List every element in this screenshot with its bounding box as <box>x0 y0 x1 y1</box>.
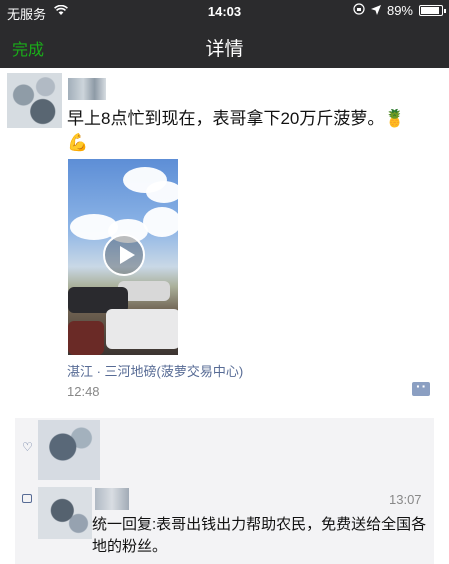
flexed-biceps-emoji: 💪 <box>67 133 89 152</box>
cloud-shape <box>143 207 178 237</box>
location-arrow-icon <box>370 3 381 18</box>
play-icon[interactable] <box>103 234 145 276</box>
comment-text: 统一回复:表哥出钱出力帮助农民，免费送给全国各地的粉丝。 <box>92 516 427 555</box>
comment-more-icon[interactable] <box>412 378 430 396</box>
video-thumbnail[interactable] <box>68 159 178 355</box>
rotation-lock-icon <box>353 3 365 18</box>
comment-icon <box>22 494 32 503</box>
post-text: 早上8点忙到现在，表哥拿下20万斤菠萝。🍍 💪 <box>67 107 437 155</box>
post-time: 12:48 <box>67 384 100 399</box>
battery-fill <box>421 7 439 14</box>
liker-avatar[interactable] <box>38 420 100 480</box>
car-shape <box>68 321 104 355</box>
author-avatar[interactable] <box>7 73 62 128</box>
comment-time: 13:07 <box>389 492 422 507</box>
commenter-avatar[interactable] <box>38 487 92 539</box>
status-right-group: 89% <box>353 3 446 18</box>
cloud-shape <box>146 181 178 203</box>
commenter-name-blurred[interactable] <box>95 488 129 510</box>
page-title: 详情 <box>205 39 244 60</box>
pineapple-emoji: 🍍 <box>384 109 406 128</box>
author-name-blurred[interactable] <box>68 78 106 100</box>
car-shape <box>106 309 178 349</box>
battery-percent: 89% <box>386 3 413 18</box>
post-location[interactable]: 湛江 · 三河地磅(菠萝交易中心) <box>67 361 243 380</box>
nav-bar: 完成 详情 <box>0 24 449 68</box>
heart-icon: ♡ <box>22 440 33 454</box>
battery-icon <box>419 5 446 16</box>
status-bar: 无服务 14:03 89% <box>0 0 449 24</box>
post-body: 早上8点忙到现在，表哥拿下20万斤菠萝。 <box>67 109 385 128</box>
